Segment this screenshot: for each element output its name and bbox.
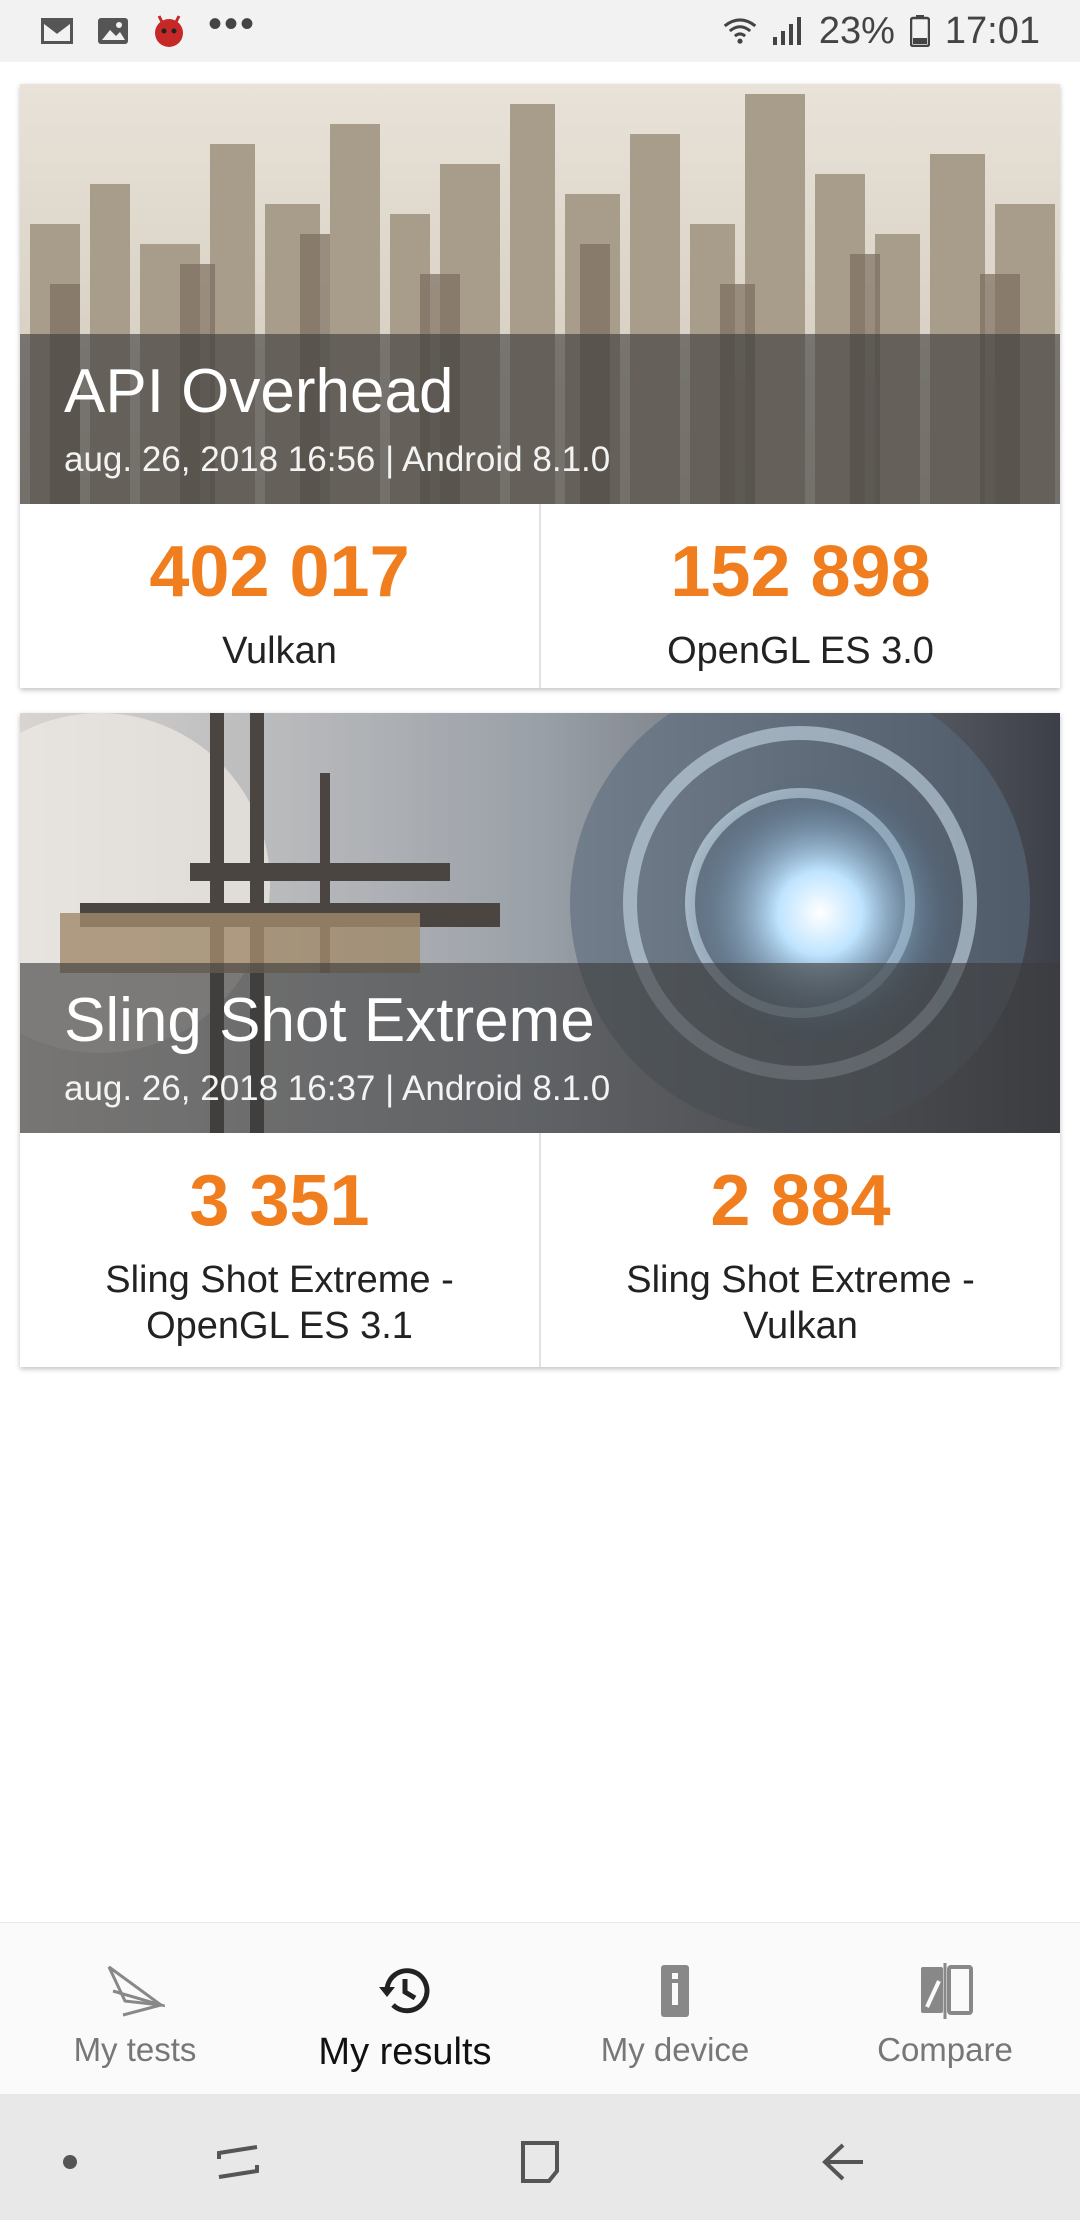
test-subtitle: aug. 26, 2018 16:56 | Android 8.1.0	[64, 440, 611, 479]
test-subtitle: aug. 26, 2018 16:37 | Android 8.1.0	[64, 1069, 611, 1108]
nav-item-label: My tests	[73, 2031, 197, 2068]
status-bar: ••• 23% 17:01	[0, 0, 1080, 62]
home-icon[interactable]	[510, 2132, 570, 2192]
more-notifications-icon: •••	[208, 1, 257, 46]
score-value: 402 017	[149, 532, 410, 612]
score-value: 152 898	[670, 532, 931, 612]
signal-icon	[771, 14, 805, 48]
score-cell: 2 884 Sling Shot Extreme - Vulkan	[539, 1133, 1060, 1367]
score-label: OpenGL ES 3.0	[667, 630, 934, 672]
system-navigation-bar	[0, 2094, 1080, 2220]
nav-item-label: Compare	[877, 2031, 1013, 2068]
score-label: Sling Shot Extreme - OpenGL ES 3.1	[105, 1259, 454, 1347]
score-label: Vulkan	[222, 630, 337, 672]
score-cell: 152 898 OpenGL ES 3.0	[539, 504, 1060, 688]
score-cell: 3 351 Sling Shot Extreme - OpenGL ES 3.1	[20, 1133, 539, 1367]
gallery-icon	[96, 14, 130, 48]
score-row: 402 017 Vulkan 152 898 OpenGL ES 3.0	[20, 504, 1060, 688]
battery-percentage: 23%	[818, 9, 895, 52]
score-label: Sling Shot Extreme - Vulkan	[626, 1259, 975, 1347]
wifi-icon	[723, 14, 757, 48]
compare-icon	[913, 1959, 977, 2023]
result-card-sling-shot-extreme[interactable]: Sling Shot Extreme aug. 26, 2018 16:37 |…	[20, 713, 1060, 1367]
battery-icon	[909, 14, 931, 48]
gmail-icon	[40, 14, 74, 48]
antutu-icon	[152, 14, 186, 48]
result-card-hero: Sling Shot Extreme aug. 26, 2018 16:37 |…	[20, 713, 1060, 1133]
test-title: API Overhead	[64, 357, 454, 426]
nav-item-compare[interactable]: Compare	[810, 1923, 1080, 2094]
result-card-title-bar: Sling Shot Extreme aug. 26, 2018 16:37 |…	[20, 963, 1060, 1133]
clock: 17:01	[944, 9, 1040, 52]
test-title: Sling Shot Extreme	[64, 986, 595, 1055]
back-icon[interactable]	[812, 2132, 872, 2192]
bottom-navigation: My tests My results My device Compare	[0, 1922, 1080, 2094]
nav-item-my-tests[interactable]: My tests	[0, 1923, 270, 2094]
nav-item-label: My results	[318, 2031, 492, 2073]
result-card-hero: API Overhead aug. 26, 2018 16:56 | Andro…	[20, 84, 1060, 504]
result-card-title-bar: API Overhead aug. 26, 2018 16:56 | Andro…	[20, 334, 1060, 504]
score-value: 3 351	[189, 1161, 370, 1241]
result-card-api-overhead[interactable]: API Overhead aug. 26, 2018 16:56 | Andro…	[20, 84, 1060, 688]
device-info-icon	[643, 1959, 707, 2023]
score-value: 2 884	[710, 1161, 891, 1241]
3dmark-icon	[103, 1959, 167, 2023]
nav-dot-icon[interactable]	[40, 2132, 100, 2192]
nav-item-my-device[interactable]: My device	[540, 1923, 810, 2094]
nav-item-label: My device	[600, 2031, 750, 2068]
history-icon	[373, 1959, 437, 2023]
score-cell: 402 017 Vulkan	[20, 504, 539, 688]
nav-item-my-results[interactable]: My results	[270, 1923, 540, 2094]
score-row: 3 351 Sling Shot Extreme - OpenGL ES 3.1…	[20, 1133, 1060, 1367]
recent-apps-icon[interactable]	[208, 2132, 268, 2192]
